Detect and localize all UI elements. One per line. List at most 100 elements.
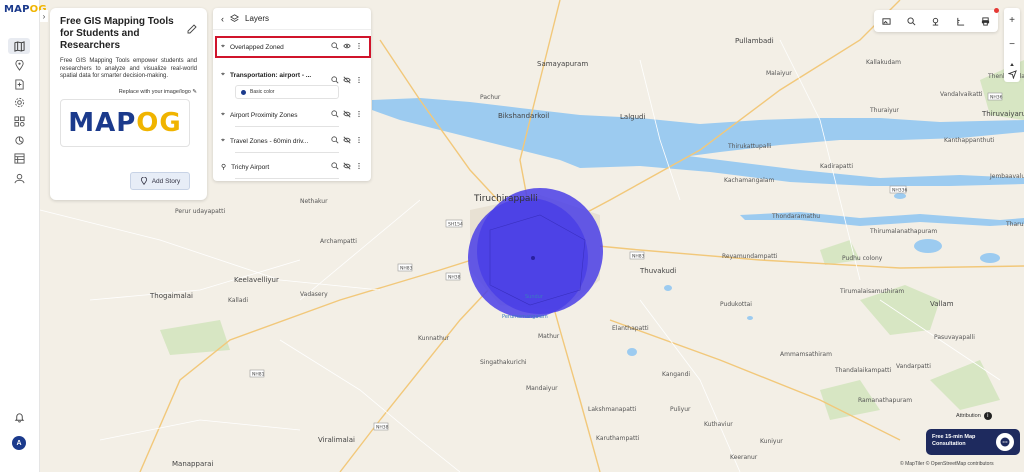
print-icon[interactable] xyxy=(981,16,990,26)
svg-text:NH83: NH83 xyxy=(400,266,413,272)
attribution-toggle[interactable]: Attribution i xyxy=(956,412,992,420)
svg-text:Reyamundampatti: Reyamundampatti xyxy=(722,253,778,260)
zoom-to-icon[interactable] xyxy=(331,110,339,118)
location-icon[interactable] xyxy=(8,57,30,73)
layer-item-transportation-airport[interactable]: ⌖ Transportation: airport - ... xyxy=(217,66,369,84)
svg-text:Thirukattupalli: Thirukattupalli xyxy=(727,143,772,150)
svg-text:Perur udayapatti: Perur udayapatti xyxy=(175,208,225,215)
svg-text:NH38: NH38 xyxy=(448,275,461,281)
eye-icon[interactable] xyxy=(343,42,351,50)
basic-color-style[interactable]: Basic color xyxy=(235,85,339,99)
svg-text:Kallakudam: Kallakudam xyxy=(866,59,901,66)
more-icon[interactable] xyxy=(355,42,363,50)
location-icon xyxy=(140,177,147,185)
svg-text:Tiruchirappalli: Tiruchirappalli xyxy=(473,194,538,204)
notification-dot xyxy=(994,8,999,13)
polygon-icon: ⌖ xyxy=(221,71,225,78)
svg-text:Thandalaikampatti: Thandalaikampatti xyxy=(834,367,892,374)
svg-text:Pasuvayapalli: Pasuvayapalli xyxy=(934,334,975,341)
layer-divider xyxy=(235,176,339,179)
chevron-left-icon[interactable]: ‹ xyxy=(221,14,224,24)
share-icon[interactable] xyxy=(8,170,30,186)
layer-item-trichy-airport[interactable]: ⚲ Trichy Airport xyxy=(217,158,369,176)
eye-off-icon[interactable] xyxy=(343,136,351,144)
svg-text:NH336: NH336 xyxy=(892,188,907,194)
zoom-out-button[interactable]: − xyxy=(1004,36,1020,52)
zoom-to-icon[interactable] xyxy=(331,136,339,144)
locate-icon[interactable] xyxy=(1004,66,1020,82)
eye-off-icon[interactable] xyxy=(343,110,351,118)
svg-text:Pudhu colony: Pudhu colony xyxy=(842,255,883,262)
chevron-right-icon[interactable]: › xyxy=(40,10,48,22)
add-story-button[interactable]: Add Story xyxy=(130,172,190,190)
svg-text:NH38: NH38 xyxy=(376,425,389,431)
layers-icon xyxy=(230,14,239,22)
svg-text:Vadasery: Vadasery xyxy=(300,291,328,298)
zoom-to-icon[interactable] xyxy=(331,76,339,84)
svg-text:Pullambadi: Pullambadi xyxy=(735,37,774,45)
eye-off-icon[interactable] xyxy=(343,76,351,84)
more-icon[interactable] xyxy=(355,162,363,170)
edit-icon[interactable] xyxy=(187,24,197,34)
pin-icon: ⚲ xyxy=(221,164,227,171)
measure-icon[interactable] xyxy=(956,17,965,26)
more-icon[interactable] xyxy=(355,110,363,118)
svg-text:Mandaiyur: Mandaiyur xyxy=(526,385,558,392)
svg-text:Sundur: Sundur xyxy=(525,294,544,300)
polygon-icon: ⌖ xyxy=(221,43,225,50)
more-icon[interactable] xyxy=(355,76,363,84)
layer-item-airport-proximity-zones[interactable]: ⌖ Airport Proximity Zones xyxy=(217,106,369,124)
replace-logo-link[interactable]: Replace with your image/logo ✎ xyxy=(60,89,197,95)
svg-text:NH83: NH83 xyxy=(632,254,645,260)
map-icon[interactable] xyxy=(8,38,30,54)
polygon-icon: ⌖ xyxy=(221,111,225,118)
svg-text:NH36: NH36 xyxy=(990,95,1003,101)
pin-icon[interactable] xyxy=(931,17,940,26)
map-image-icon[interactable] xyxy=(882,17,891,26)
svg-text:Perumamangalam: Perumamangalam xyxy=(502,314,548,320)
svg-text:Thogaimalai: Thogaimalai xyxy=(149,292,193,300)
svg-text:Keeranur: Keeranur xyxy=(730,454,758,461)
analysis-icon[interactable] xyxy=(8,113,30,129)
layer-divider xyxy=(235,124,339,127)
left-rail: MAPOG A xyxy=(0,0,47,472)
tools-icon[interactable] xyxy=(8,132,30,148)
layer-divider xyxy=(235,150,339,153)
notification-icon[interactable] xyxy=(8,409,30,425)
svg-text:NH81: NH81 xyxy=(252,372,265,378)
svg-text:Karuthampatti: Karuthampatti xyxy=(596,435,640,442)
layer-item-overlapped-zoned[interactable]: ⌖ Overlapped Zoned xyxy=(215,36,371,58)
svg-text:Nethakur: Nethakur xyxy=(300,198,328,205)
svg-text:Lakshmanapatti: Lakshmanapatti xyxy=(588,406,637,413)
zoom-in-button[interactable]: + xyxy=(1004,12,1020,28)
svg-text:Kunnathur: Kunnathur xyxy=(418,335,450,342)
consultation-button[interactable]: Free 15-min Map Consultation xyxy=(926,429,1020,455)
svg-text:Thuvakudi: Thuvakudi xyxy=(639,267,676,275)
story-logo[interactable]: MAPOG xyxy=(60,98,190,147)
svg-text:Keelavelliyur: Keelavelliyur xyxy=(234,276,279,284)
edit-icon: ✎ xyxy=(192,88,197,95)
svg-text:Jembaavalur: Jembaavalur xyxy=(989,173,1024,180)
more-icon[interactable] xyxy=(355,136,363,144)
settings-icon[interactable] xyxy=(8,94,30,110)
eye-off-icon[interactable] xyxy=(343,162,351,170)
user-avatar[interactable]: A xyxy=(12,436,26,450)
color-swatch xyxy=(241,89,246,95)
layers-title: Layers xyxy=(245,14,270,23)
svg-text:Kuthaviur: Kuthaviur xyxy=(704,421,733,428)
zoom-to-icon[interactable] xyxy=(331,42,339,50)
svg-text:Kachamangalam: Kachamangalam xyxy=(724,177,774,184)
layer-item-travel-zones[interactable]: ⌖ Travel Zones - 60min driv... xyxy=(217,132,369,150)
search-icon[interactable] xyxy=(907,16,916,26)
svg-text:Bikshandarkoil: Bikshandarkoil xyxy=(498,112,549,120)
svg-text:SH154: SH154 xyxy=(448,222,463,228)
story-panel: Free GIS Mapping Tools for Students and … xyxy=(50,8,207,200)
table-icon[interactable] xyxy=(8,150,30,166)
svg-text:Kadirapatti: Kadirapatti xyxy=(820,163,853,170)
zoom-to-icon[interactable] xyxy=(331,162,339,170)
svg-text:Vandalvaikatti: Vandalvaikatti xyxy=(940,91,983,98)
svg-text:Viralimalai: Viralimalai xyxy=(318,436,355,444)
chat-icon xyxy=(996,433,1014,451)
add-file-icon[interactable] xyxy=(8,76,30,92)
story-description: Free GIS Mapping Tools empower students … xyxy=(60,58,197,79)
